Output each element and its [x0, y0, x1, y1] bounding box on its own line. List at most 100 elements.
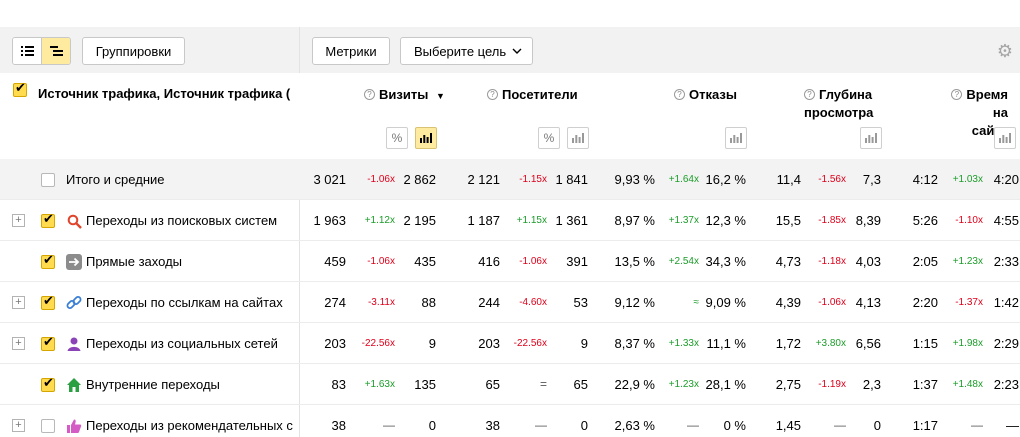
table-row[interactable]: Прямые заходы 459 -1.06x 435 416 -1.06x 391 13,…: [0, 241, 1020, 282]
column-time-label-1: Время на: [966, 87, 1008, 120]
metric-value: 203: [478, 336, 500, 351]
help-icon[interactable]: ?: [364, 89, 375, 100]
change-ratio: -1.18x: [818, 256, 846, 267]
metric-value: 1 187: [467, 213, 500, 228]
table-row[interactable]: + Переходы по ссылкам на сайтах 274 -3.11x 8…: [0, 282, 1020, 323]
column-visitors[interactable]: ? Посетители: [487, 86, 578, 104]
change-ratio: +1.98x: [952, 338, 983, 349]
metric-value: 2:05: [912, 254, 938, 269]
totals-row[interactable]: Итого и средние 3 021 -1.06x 2 862 2 121 -1.1…: [0, 159, 1020, 200]
metric-value: 13,5 %: [614, 254, 655, 269]
help-icon[interactable]: ?: [487, 89, 498, 100]
metric-value: 2 121: [467, 172, 500, 187]
change-ratio: -22.56x: [513, 338, 547, 349]
help-icon[interactable]: ?: [804, 89, 815, 100]
help-icon[interactable]: ?: [674, 89, 685, 100]
metric-value: 203: [324, 336, 346, 351]
tree-view-button[interactable]: [41, 38, 70, 64]
row-label[interactable]: Итого и средние: [66, 172, 276, 187]
sort-desc-icon: ▼: [435, 91, 445, 101]
row-checkbox[interactable]: [41, 419, 55, 433]
arrow-right-icon: [66, 254, 82, 270]
tree-icon: [49, 46, 63, 56]
percent-toggle[interactable]: %: [386, 127, 408, 149]
row-label[interactable]: Прямые заходы: [86, 254, 296, 269]
row-checkbox[interactable]: [41, 252, 55, 269]
row-checkbox[interactable]: [41, 334, 55, 351]
metric-value: 4,73: [775, 254, 801, 269]
metric-value: 65: [485, 377, 500, 392]
metric-value: 11,1 %: [706, 336, 746, 351]
metric-value: 6,56: [855, 336, 881, 351]
row-label[interactable]: Переходы из социальных сетей: [86, 336, 296, 351]
metric-value: 38: [485, 418, 500, 433]
metric-value: 16,2 %: [705, 172, 746, 187]
view-toggle[interactable]: [12, 37, 71, 65]
bar-chart-toggle[interactable]: [994, 127, 1016, 149]
metric-value: 15,5: [775, 213, 801, 228]
table-row[interactable]: + Переходы из поисковых систем 1 963 +1.12x…: [0, 200, 1020, 241]
expand-row-button[interactable]: +: [12, 337, 25, 350]
row-checkbox[interactable]: [41, 375, 55, 392]
metric-value: 9,93 %: [614, 172, 655, 187]
chevron-down-icon: [512, 48, 522, 54]
row-label[interactable]: Переходы по ссылкам на сайтах: [86, 295, 296, 310]
metric-value: 4:20: [993, 172, 1019, 187]
metrics-button[interactable]: Метрики: [312, 37, 390, 65]
metric-value: 3 021: [313, 172, 346, 187]
change-ratio: -1.06x: [367, 256, 395, 267]
row-label[interactable]: Переходы из рекомендательных с: [86, 418, 296, 433]
gear-icon[interactable]: ⚙: [996, 42, 1014, 60]
change-ratio: +1.03x: [952, 174, 983, 185]
table-row[interactable]: + Переходы из социальных сетей 203 -22.56x 9…: [0, 323, 1020, 364]
metric-value: 0: [580, 418, 588, 433]
metric-value: 7,3: [862, 172, 881, 187]
metric-value: 65: [573, 377, 588, 392]
row-checkbox[interactable]: [41, 173, 55, 187]
metric-value: 9: [580, 336, 588, 351]
metric-value: 2:29: [993, 336, 1019, 351]
table-row[interactable]: Внутренние переходы 83 +1.63x 135 65 = 65 22,9 …: [0, 364, 1020, 405]
select-all-checkbox[interactable]: [13, 80, 27, 97]
metric-value: 1,72: [775, 336, 801, 351]
metric-value: 391: [566, 254, 588, 269]
row-label[interactable]: Переходы из поисковых систем: [86, 213, 296, 228]
change-ratio: -1.85x: [818, 215, 846, 226]
metric-value: 1:15: [912, 336, 938, 351]
change-ratio: +1.23x: [668, 379, 699, 390]
bar-chart-toggle[interactable]: [860, 127, 882, 149]
groupings-button[interactable]: Группировки: [82, 37, 185, 65]
change-ratio: -1.56x: [818, 174, 846, 185]
bar-chart-toggle[interactable]: [567, 127, 589, 149]
bar-chart-toggle[interactable]: [725, 127, 747, 149]
column-visits[interactable]: ? Визиты ▼: [364, 86, 445, 105]
column-bounces-label: Отказы: [689, 87, 737, 102]
change-ratio: —: [687, 418, 699, 432]
change-ratio: +1.63x: [364, 379, 395, 390]
metric-value: 28,1 %: [705, 377, 746, 392]
dimension-title: Источник трафика, Источник трафика (: [38, 86, 291, 101]
metric-value: 9,12 %: [614, 295, 655, 310]
help-icon[interactable]: ?: [951, 89, 963, 100]
goal-select[interactable]: Выберите цель: [400, 37, 533, 65]
percent-toggle[interactable]: %: [538, 127, 560, 149]
expand-row-button[interactable]: +: [12, 419, 25, 432]
column-depth[interactable]: ? Глубина просмотра: [804, 86, 873, 122]
change-ratio: =: [539, 377, 547, 391]
change-ratio: —: [383, 418, 395, 432]
metric-value: 34,3 %: [705, 254, 746, 269]
row-checkbox[interactable]: [41, 211, 55, 228]
search-icon: [66, 213, 82, 229]
expand-row-button[interactable]: +: [12, 214, 25, 227]
column-depth-label-1: Глубина: [819, 87, 873, 102]
table-row[interactable]: + Переходы из рекомендательных с 38 — 0 38 — 0 2…: [0, 405, 1020, 437]
bar-chart-toggle[interactable]: [415, 127, 437, 149]
change-ratio: -1.06x: [367, 174, 395, 185]
column-bounces[interactable]: ? Отказы: [674, 86, 737, 104]
thumbs-up-icon: [66, 418, 82, 434]
list-view-button[interactable]: [13, 38, 42, 64]
expand-row-button[interactable]: +: [12, 296, 25, 309]
row-label[interactable]: Внутренние переходы: [86, 377, 296, 392]
change-ratio: ≈: [693, 297, 700, 308]
row-checkbox[interactable]: [41, 293, 55, 310]
